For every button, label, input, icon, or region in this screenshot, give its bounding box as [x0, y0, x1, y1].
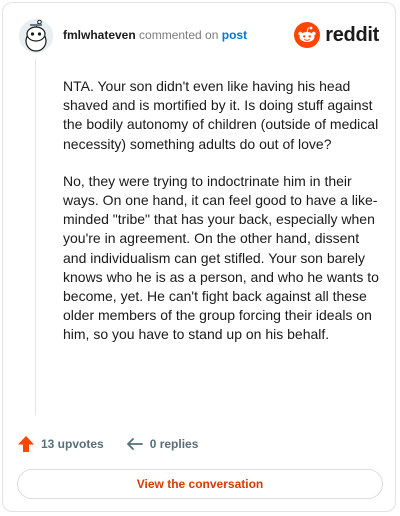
brand-wordmark: reddit	[325, 23, 379, 46]
comment-header: fmlwhateven commented on post reddit	[19, 19, 379, 55]
upvote-arrow-icon	[18, 436, 34, 452]
upvote-count: 13 upvotes	[41, 437, 104, 451]
view-conversation-button[interactable]: View the conversation	[17, 469, 383, 499]
reply-count: 0 replies	[149, 437, 199, 451]
reddit-logo-icon	[294, 22, 321, 48]
comment-card: fmlwhateven commented on post reddit NTA…	[2, 2, 396, 512]
post-link[interactable]: post	[222, 28, 247, 42]
comment-meta: fmlwhateven commented on post	[63, 27, 247, 43]
username-link[interactable]: fmlwhateven	[63, 28, 136, 42]
comment-body: NTA. Your son didn't even like having hi…	[63, 77, 383, 363]
comment-actions: 13 upvotes 0 replies	[17, 433, 220, 455]
snoo-avatar-icon	[19, 19, 53, 53]
thread-line	[35, 59, 36, 415]
reply-button[interactable]: 0 replies	[126, 435, 199, 453]
upvote-button[interactable]: 13 upvotes	[17, 435, 104, 453]
reddit-brand[interactable]: reddit	[294, 21, 379, 49]
comment-paragraph: NTA. Your son didn't even like having hi…	[63, 78, 379, 152]
comment-paragraph: No, they were trying to indoctrinate him…	[63, 172, 379, 343]
user-avatar[interactable]	[19, 19, 53, 53]
action-text: commented on	[139, 28, 219, 42]
reply-arrow-icon	[126, 438, 143, 450]
